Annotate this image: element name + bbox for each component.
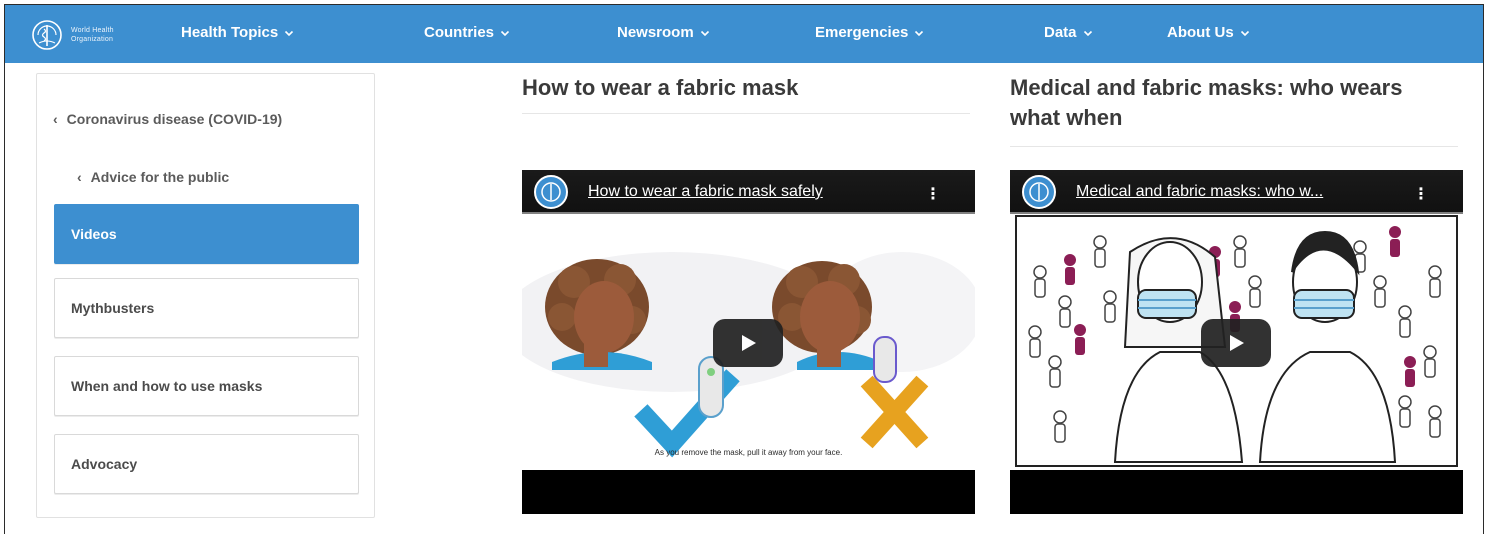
- sidebar-item-label: When and how to use masks: [71, 378, 263, 394]
- sidebar-item-label: Advocacy: [71, 456, 138, 472]
- title-divider: [522, 113, 970, 114]
- nav-emergencies-label: Emergencies: [815, 24, 909, 41]
- section-sidebar: ‹ Coronavirus disease (COVID-19) ‹ Advic…: [36, 73, 375, 518]
- video-player-medical-fabric[interactable]: Medical and fabric masks: who w... ⋮: [1010, 170, 1463, 514]
- sidebar-item-videos[interactable]: Videos: [54, 204, 359, 264]
- page-frame: World Health Organization Health Topics …: [4, 4, 1484, 534]
- title-divider: [1010, 146, 1458, 147]
- video-caption: As you remove the mask, pull it away fro…: [654, 448, 843, 457]
- chevron-down-icon: [700, 30, 709, 36]
- logo-line-2: Organization: [71, 36, 114, 43]
- chevron-down-icon: [285, 30, 294, 36]
- chevron-left-icon: ‹: [77, 169, 82, 185]
- top-nav: World Health Organization Health Topics …: [5, 5, 1483, 63]
- article-title-medical-fabric[interactable]: Medical and fabric masks: who wears what…: [1010, 73, 1450, 133]
- who-emblem-icon: [541, 182, 561, 202]
- sidebar-item-mythbusters[interactable]: Mythbusters: [54, 278, 359, 338]
- sidebar-item-label: Mythbusters: [71, 300, 155, 316]
- sidebar-item-label: Videos: [71, 226, 117, 242]
- who-emblem-icon: [32, 20, 62, 50]
- breadcrumb-advice-label: Advice for the public: [90, 169, 230, 185]
- chevron-down-icon: [500, 30, 510, 36]
- play-icon: [742, 335, 756, 351]
- sidebar-item-advocacy[interactable]: Advocacy: [54, 434, 359, 494]
- chevron-down-icon: [1083, 30, 1092, 36]
- nav-newsroom[interactable]: Newsroom: [617, 24, 710, 41]
- nav-countries-label: Countries: [424, 24, 495, 41]
- chevron-down-icon: [1240, 30, 1249, 36]
- nav-newsroom-label: Newsroom: [617, 24, 694, 41]
- nav-health-topics-label: Health Topics: [181, 24, 279, 41]
- chevron-down-icon: [915, 30, 924, 36]
- cross-mark-icon: [860, 375, 929, 449]
- play-icon: [1230, 335, 1244, 351]
- video-title-bar: Medical and fabric masks: who w...: [1010, 170, 1463, 214]
- who-logo[interactable]: World Health Organization: [31, 19, 114, 51]
- video-title-link[interactable]: How to wear a fabric mask safely: [588, 183, 823, 201]
- more-options-icon[interactable]: ⋮: [925, 184, 941, 204]
- breadcrumb-coronavirus-label: Coronavirus disease (COVID-19): [66, 111, 283, 127]
- play-button[interactable]: [1201, 319, 1271, 367]
- who-emblem-icon: [1029, 182, 1049, 202]
- who-channel-avatar[interactable]: [1022, 175, 1056, 209]
- logo-wordmark: World Health Organization: [71, 26, 114, 44]
- breadcrumb-advice[interactable]: ‹ Advice for the public: [77, 169, 229, 185]
- nav-data[interactable]: Data: [1044, 24, 1093, 41]
- nav-data-label: Data: [1044, 24, 1077, 41]
- video-title-link[interactable]: Medical and fabric masks: who w...: [1076, 183, 1323, 201]
- more-options-icon[interactable]: ⋮: [1413, 184, 1429, 204]
- nav-about-us-label: About Us: [1167, 24, 1234, 41]
- play-button[interactable]: [713, 319, 783, 367]
- chevron-left-icon: ‹: [53, 111, 58, 127]
- logo-line-1: World Health: [71, 27, 114, 34]
- video-title-bar: How to wear a fabric mask safely: [522, 170, 975, 214]
- breadcrumb-coronavirus[interactable]: ‹ Coronavirus disease (COVID-19): [53, 106, 333, 132]
- nav-countries[interactable]: Countries: [424, 24, 510, 41]
- sidebar-item-masks[interactable]: When and how to use masks: [54, 356, 359, 416]
- nav-emergencies[interactable]: Emergencies: [815, 24, 924, 41]
- video-player-fabric-mask[interactable]: As you remove the mask, pull it away fro…: [522, 170, 975, 514]
- nav-health-topics[interactable]: Health Topics: [181, 24, 294, 41]
- nav-about-us[interactable]: About Us: [1167, 24, 1250, 41]
- who-channel-avatar[interactable]: [534, 175, 568, 209]
- article-title-fabric-mask[interactable]: How to wear a fabric mask: [522, 73, 962, 103]
